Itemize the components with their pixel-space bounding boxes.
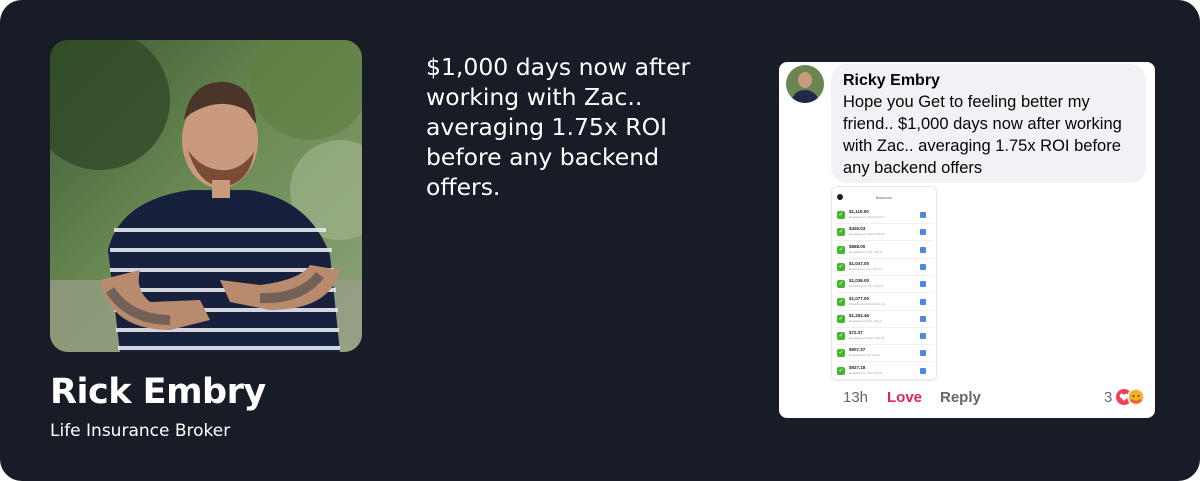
check-icon: ✓ bbox=[837, 211, 845, 219]
bank-icon bbox=[920, 298, 926, 305]
bank-icon bbox=[920, 333, 926, 340]
commenter-avatar[interactable] bbox=[786, 65, 824, 103]
comment-bubble: Ricky Embry Hope you Get to feeling bett… bbox=[831, 64, 1146, 183]
deposit-row: ✓ $1,036.00 Deposited on Thu, Feb 14 bbox=[836, 276, 934, 294]
deposit-date: Deposited on Wed, Feb 20 bbox=[849, 232, 885, 237]
deposit-amount: $1,047.00 bbox=[849, 260, 870, 266]
deposit-row: ✓ $1,047.00 Deposited on Fri, Feb 11 bbox=[836, 259, 934, 276]
deposit-date: Deposited on Wed, Feb 13 bbox=[849, 301, 885, 306]
attachment-title: Balances bbox=[875, 195, 893, 200]
deposit-row: ✓ $72.37 Deposited on Mon, Feb 12 bbox=[836, 328, 934, 346]
check-icon: ✓ bbox=[837, 280, 845, 289]
deposit-amount: $1,036.00 bbox=[849, 278, 870, 284]
deposit-row: ✓ $1,204.46 Deposited on Tue, Feb 6 bbox=[836, 311, 934, 328]
deposit-date: Deposited on Fri, Feb 9 bbox=[849, 353, 881, 358]
testimonial-quote: $1,000 days now after working with Zac..… bbox=[426, 53, 691, 201]
check-icon: ✓ bbox=[837, 262, 845, 271]
attached-screenshot[interactable]: Balances ✓ $1,110.00 Deposited on Thu, Feb… bbox=[831, 186, 937, 381]
deposit-date: Deposited on Fri, Feb 11 bbox=[849, 266, 882, 271]
deposit-amount: $1,077.00 bbox=[849, 295, 870, 301]
deposit-amount: $907.37 bbox=[849, 347, 866, 353]
person-role: Life Insurance Broker bbox=[50, 421, 231, 441]
comment-time[interactable]: 13h bbox=[843, 389, 868, 406]
person-name: Rick Embry bbox=[50, 372, 266, 412]
deposit-row: ✓ $868.00 Deposited on Tue, Feb 6 bbox=[836, 242, 934, 259]
deposit-date: Deposited on Thu, Feb 8 bbox=[849, 370, 882, 375]
bank-icon bbox=[920, 350, 926, 357]
check-icon: ✓ bbox=[837, 314, 845, 323]
deposit-amount: $1,110.00 bbox=[849, 209, 869, 214]
reaction-icons[interactable] bbox=[1115, 387, 1151, 407]
deposit-amount: $426.03 bbox=[849, 226, 866, 232]
bank-icon bbox=[920, 281, 926, 288]
deposit-date: Deposited on Thu, Feb 14 bbox=[849, 284, 884, 289]
deposit-date: Deposited on Tue, Feb 6 bbox=[849, 318, 882, 323]
check-icon: ✓ bbox=[837, 349, 845, 358]
bank-icon bbox=[920, 367, 926, 374]
reply-button[interactable]: Reply bbox=[940, 389, 981, 406]
reaction-count[interactable]: 3 bbox=[1104, 389, 1112, 406]
deposit-date: Deposited on Tue, Feb 6 bbox=[849, 249, 882, 254]
deposit-date: Deposited on Thu, Feb 22 bbox=[849, 215, 884, 219]
deposit-row: ✓ $426.03 Deposited on Wed, Feb 20 bbox=[836, 224, 934, 242]
bank-icon bbox=[920, 229, 926, 236]
bank-icon bbox=[920, 212, 926, 218]
deposit-row: ✓ $1,110.00 Deposited on Thu, Feb 22 bbox=[836, 207, 934, 224]
check-icon: ✓ bbox=[837, 366, 845, 375]
bank-icon bbox=[920, 315, 926, 322]
deposit-amount: $72.37 bbox=[849, 330, 863, 336]
deposit-row: ✓ $927.18 Deposited on Thu, Feb 8 bbox=[836, 363, 934, 380]
deposit-amount: $1,204.46 bbox=[849, 312, 870, 318]
commenter-name[interactable]: Ricky Embry bbox=[843, 71, 1134, 91]
deposit-row: ✓ $1,077.00 Deposited on Wed, Feb 13 bbox=[836, 294, 934, 311]
comment-screenshot: Ricky Embry Hope you Get to feeling bett… bbox=[779, 62, 1155, 418]
check-icon: ✓ bbox=[837, 332, 845, 341]
check-icon: ✓ bbox=[837, 228, 845, 237]
profile-photo bbox=[50, 40, 362, 352]
deposit-amount: $927.18 bbox=[849, 364, 866, 370]
love-button[interactable]: Love bbox=[887, 389, 922, 406]
testimonial-card: Rick Embry Life Insurance Broker $1,000 … bbox=[0, 0, 1200, 481]
deposit-date: Deposited on Mon, Feb 12 bbox=[849, 336, 885, 341]
check-icon: ✓ bbox=[837, 245, 845, 254]
bank-icon bbox=[920, 246, 926, 253]
check-icon: ✓ bbox=[837, 297, 845, 306]
comment-text: Hope you Get to feeling better my friend… bbox=[843, 93, 1122, 177]
deposit-amount: $868.00 bbox=[849, 243, 866, 249]
care-reaction-icon bbox=[1127, 388, 1145, 406]
bank-icon bbox=[920, 263, 926, 270]
deposit-row: ✓ $907.37 Deposited on Fri, Feb 9 bbox=[836, 345, 934, 363]
